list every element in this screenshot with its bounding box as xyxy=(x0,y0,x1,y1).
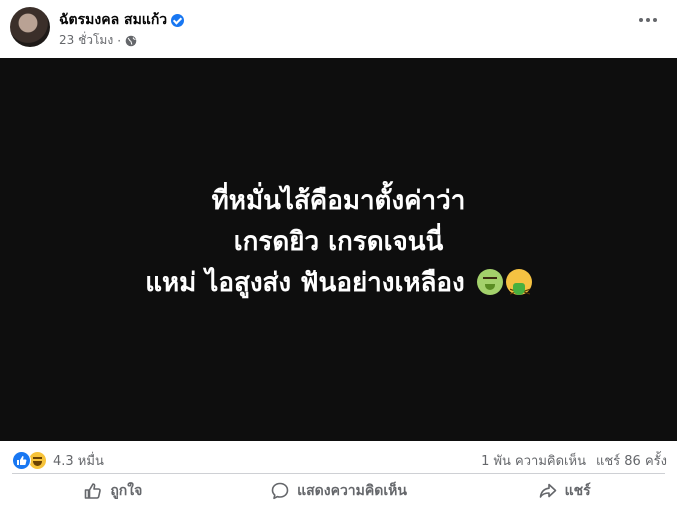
like-button[interactable]: ถูกใจ xyxy=(0,474,226,508)
share-count[interactable]: แชร์ 86 ครั้ง xyxy=(596,450,667,471)
engagement-counts: 1 พัน ความคิดเห็น แชร์ 86 ครั้ง xyxy=(481,450,667,471)
vomiting-face-emoji-icon xyxy=(505,269,532,312)
image-text-line-2: เกรดยิว เกรดเจนนี่ xyxy=(233,227,444,257)
more-options-button[interactable] xyxy=(639,18,657,22)
reaction-summary[interactable]: 4.3 หมื่น xyxy=(12,450,104,471)
post-meta: 23 ชั่วโมง · xyxy=(59,31,137,50)
post-image[interactable]: ที่หมั่นไส้คือมาตั้งค่าว่า เกรดยิว เกรดเ… xyxy=(0,58,677,441)
nauseated-face-emoji-icon xyxy=(476,269,503,295)
more-dot-icon xyxy=(646,18,650,22)
action-bar: ถูกใจ แสดงความคิดเห็น แชร์ xyxy=(0,474,677,508)
more-dot-icon xyxy=(639,18,643,22)
like-button-label: ถูกใจ xyxy=(110,483,143,499)
post-stats: 4.3 หมื่น 1 พัน ความคิดเห็น แชร์ 86 ครั้… xyxy=(0,441,677,473)
thumbs-up-icon xyxy=(85,483,102,499)
like-reaction-icon xyxy=(12,451,31,470)
author-avatar[interactable] xyxy=(10,7,50,47)
globe-icon xyxy=(125,35,137,46)
comment-bubble-icon xyxy=(271,482,289,500)
meta-separator: · xyxy=(117,33,122,48)
image-text: ที่หมั่นไส้คือมาตั้งค่าว่า เกรดยิว เกรดเ… xyxy=(145,181,532,312)
comment-button[interactable]: แสดงความคิดเห็น xyxy=(226,474,452,508)
image-text-line-1: ที่หมั่นไส้คือมาตั้งค่าว่า xyxy=(211,186,466,216)
comment-button-label: แสดงความคิดเห็น xyxy=(297,483,407,499)
image-text-line-3: แหม่ ไอสูงส่ง ฟันอย่างเหลือง xyxy=(145,263,532,312)
share-button-label: แชร์ xyxy=(564,483,591,499)
more-dot-icon xyxy=(653,18,657,22)
share-button[interactable]: แชร์ xyxy=(451,474,677,508)
post-header: ฉัตรมงคล สมแก้ว 23 ชั่วโมง · xyxy=(0,0,677,58)
author-name[interactable]: ฉัตรมงคล สมแก้ว xyxy=(59,9,167,31)
post-time[interactable]: 23 ชั่วโมง xyxy=(59,31,113,50)
share-arrow-icon xyxy=(539,483,556,498)
image-text-line-3-text: แหม่ ไอสูงส่ง ฟันอย่างเหลือง xyxy=(145,268,465,298)
comment-count[interactable]: 1 พัน ความคิดเห็น xyxy=(481,450,586,471)
verified-badge-icon xyxy=(171,13,185,27)
author-row: ฉัตรมงคล สมแก้ว xyxy=(59,9,185,31)
reaction-count[interactable]: 4.3 หมื่น xyxy=(53,450,104,471)
